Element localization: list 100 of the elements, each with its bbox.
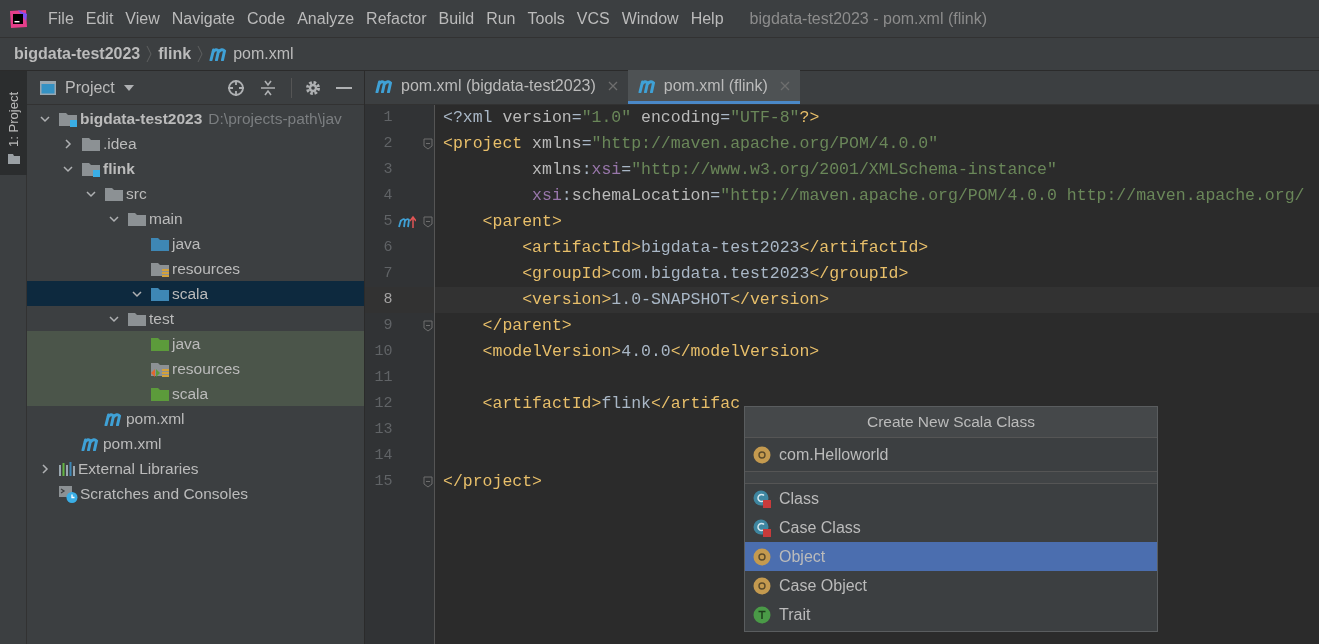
menu-item[interactable]: Window — [615, 6, 685, 31]
tree-item[interactable]: test — [27, 306, 364, 331]
item-label: flink — [103, 158, 135, 179]
class-icon — [753, 489, 771, 508]
folder-icon — [150, 385, 170, 402]
object-icon — [753, 547, 771, 566]
item-label: pom.xml — [126, 408, 185, 429]
item-label: External Libraries — [78, 458, 199, 479]
item-label: bigdata-test2023 — [80, 108, 203, 129]
item-label: test — [149, 308, 174, 329]
class-kind-item[interactable]: Case Object — [745, 571, 1157, 600]
panel-title[interactable]: Project — [65, 75, 115, 100]
scratches-icon — [58, 484, 78, 503]
folder-icon — [81, 135, 101, 152]
class-name-field[interactable]: com.Helloworld — [779, 442, 1149, 467]
window-title: bigdata-test2023 - pom.xml (flink) — [749, 8, 987, 29]
item-label: .idea — [103, 133, 137, 154]
maven-icon — [81, 436, 101, 451]
code-line: <version>1.0-SNAPSHOT</version> — [521, 288, 830, 311]
tree-item[interactable]: java — [27, 331, 364, 356]
fold-icon[interactable] — [423, 138, 434, 150]
module-folder-icon — [58, 110, 78, 127]
tree-item[interactable]: scala — [27, 281, 364, 306]
item-label: resources — [172, 258, 241, 279]
code-line: <artifactId>bigdata-test2023</artifactId> — [521, 236, 929, 259]
folder-icon — [127, 210, 147, 227]
menu-item[interactable]: Help — [684, 6, 730, 31]
dropdown-icon[interactable] — [122, 83, 135, 92]
tree-item[interactable]: pom.xml — [27, 406, 364, 431]
menu-item[interactable]: Navigate — [165, 6, 241, 31]
item-label: main — [149, 208, 183, 229]
tree-item[interactable]: java — [27, 231, 364, 256]
resources-folder-icon — [150, 360, 170, 377]
code-line: <parent> — [481, 210, 562, 233]
settings-icon[interactable] — [304, 78, 322, 97]
tree-item[interactable]: resources — [27, 356, 364, 381]
locate-icon[interactable] — [227, 78, 245, 97]
code-line: <groupId>com.bigdata.test2023</groupId> — [521, 262, 909, 285]
tree-item[interactable]: .idea — [27, 131, 364, 156]
maven-icon — [375, 78, 395, 93]
class-icon — [753, 518, 771, 537]
folder-icon — [6, 153, 21, 165]
code-line: xsi:schemaLocation="http://maven.apache.org/POM/4.0.0 http://maven.apache.org/ — [531, 184, 1305, 207]
tree-item[interactable]: flink — [27, 156, 364, 181]
app-logo-icon — [8, 8, 28, 29]
menu-item[interactable]: Analyze — [291, 6, 361, 31]
menu-item[interactable]: Build — [432, 6, 481, 31]
tree-item[interactable]: src — [27, 181, 364, 206]
maven-up-icon[interactable] — [398, 215, 417, 229]
tree-item[interactable]: External Libraries — [27, 456, 364, 481]
tab-label: pom.xml (bigdata-test2023) — [401, 75, 596, 96]
breadcrumb[interactable]: flink — [158, 42, 192, 66]
project-tool-button[interactable]: 1: Project — [0, 71, 27, 175]
tree-item[interactable]: scala — [27, 381, 364, 406]
item-label: java — [172, 233, 201, 254]
menu-item[interactable]: File — [42, 6, 80, 31]
code-line: <project xmlns="http://maven.apache.org/POM/4.0.0" — [443, 132, 939, 155]
folder-icon — [150, 235, 170, 252]
fold-icon[interactable] — [423, 320, 434, 332]
chevron-right-icon[interactable] — [39, 462, 51, 475]
chevron-right-icon[interactable] — [62, 137, 74, 150]
menu-item[interactable]: VCS — [570, 6, 616, 31]
class-kind-item[interactable]: Case Class — [745, 513, 1157, 542]
panel-icon — [39, 79, 57, 96]
tree-item[interactable]: Scratches and Consoles — [27, 481, 364, 506]
folder-icon — [127, 310, 147, 327]
code-line: <?xml version="1.0" encoding="UTF-8"?> — [443, 106, 820, 129]
item-label: resources — [172, 358, 241, 379]
resources-folder-icon — [150, 260, 170, 277]
class-kind-item[interactable]: Class — [745, 484, 1157, 513]
editor-tab[interactable]: pom.xml (flink) — [627, 70, 800, 104]
menu-item[interactable]: Tools — [521, 6, 571, 31]
trait-icon — [753, 605, 771, 624]
tree-item[interactable]: pom.xml — [27, 431, 364, 456]
folder-icon — [150, 285, 170, 302]
item-label: scala — [172, 283, 209, 304]
item-label: src — [126, 183, 147, 204]
tree-item[interactable]: main — [27, 206, 364, 231]
module-folder-icon — [81, 160, 101, 177]
breadcrumb[interactable]: bigdata-test2023 — [14, 42, 141, 66]
code-line: </project> — [443, 470, 543, 493]
fold-icon[interactable] — [423, 216, 434, 228]
tree-item[interactable]: bigdata-test2023 D:\projects-path\jav — [27, 106, 364, 131]
dialog-title: Create New Scala Class — [745, 407, 1157, 438]
menu-item[interactable]: View — [119, 6, 166, 31]
item-label: scala — [172, 383, 209, 404]
editor-tab[interactable]: pom.xml (bigdata-test2023) — [365, 70, 628, 104]
menu-item[interactable]: Refactor — [360, 6, 433, 31]
menu-item[interactable]: Code — [240, 6, 292, 31]
code-line: xmlns:xsi="http://www.w3.org/2001/XMLSchema-instance" — [531, 158, 1057, 181]
breadcrumb[interactable]: pom.xml — [233, 42, 294, 66]
menu-item[interactable]: Edit — [79, 6, 120, 31]
code-line: </parent> — [481, 314, 572, 337]
class-kind-item[interactable]: Trait — [745, 600, 1157, 629]
tree-item[interactable]: resources — [27, 256, 364, 281]
fold-icon[interactable] — [423, 476, 434, 488]
tool-label: 1: Project — [5, 92, 22, 147]
collapse-all-icon[interactable] — [259, 78, 277, 97]
menu-item[interactable]: Run — [480, 6, 522, 31]
item-label: Scratches and Consoles — [80, 483, 248, 504]
